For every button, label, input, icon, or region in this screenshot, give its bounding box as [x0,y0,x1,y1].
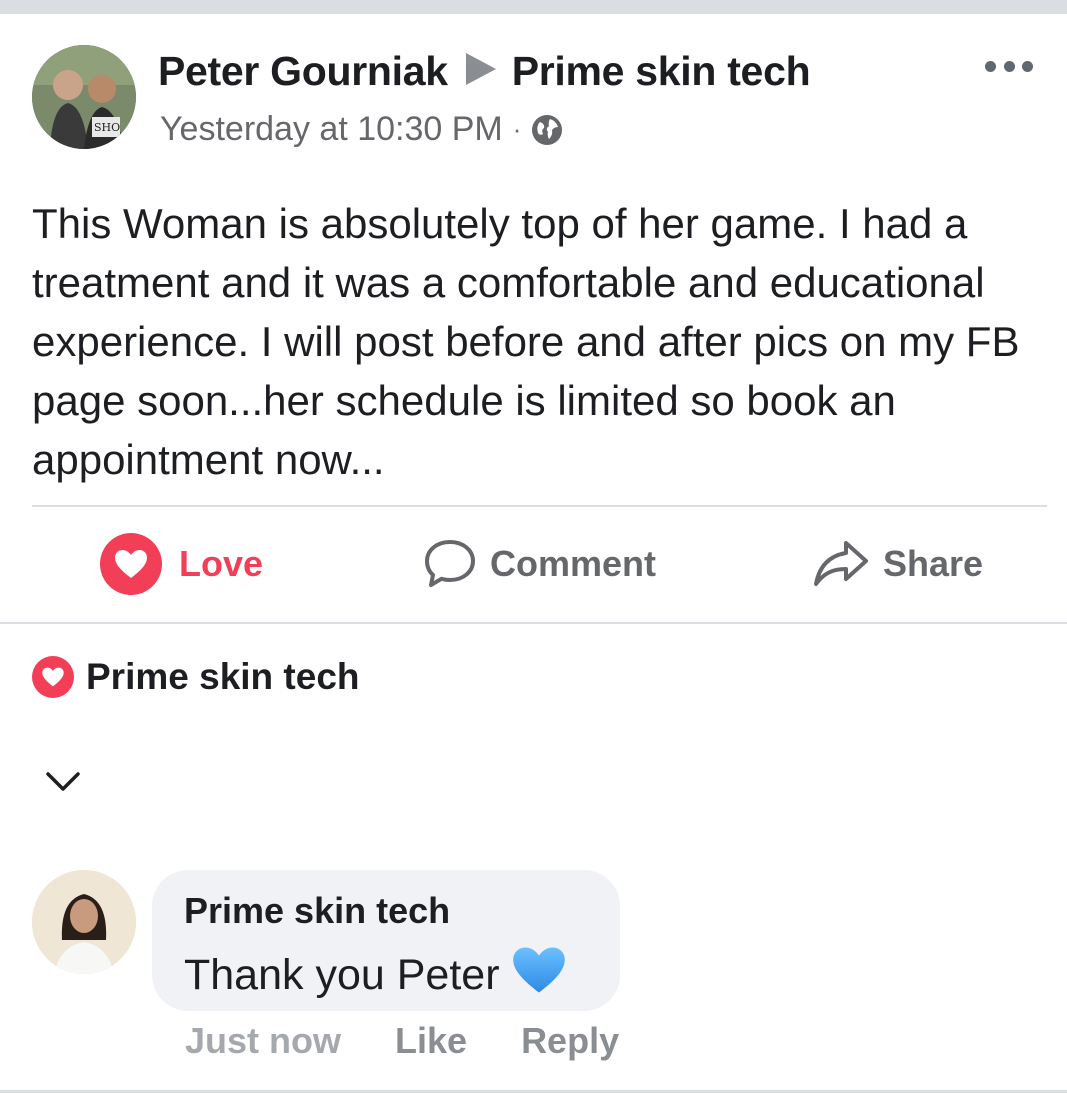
more-horizontal-icon[interactable] [985,58,1033,74]
post-header: Peter Gourniak Prime skin tech [158,48,811,95]
heart-icon [100,533,162,595]
share-icon [814,541,868,586]
divider [0,622,1067,624]
comment-timestamp[interactable]: Just now [185,1020,341,1062]
author-avatar[interactable]: SHO [32,45,136,149]
top-separator-bar [0,0,1067,14]
comment-label: Comment [490,543,657,584]
post-timestamp[interactable]: Yesterday at 10:30 PM [160,110,503,149]
post-meta: Yesterday at 10:30 PM · [160,110,563,149]
svg-text:SHO: SHO [94,121,120,134]
comment-reply-link[interactable]: Reply [521,1020,619,1062]
comment-button[interactable]: Comment [424,532,656,596]
love-button[interactable]: Love [100,532,263,596]
reactor-name: Prime skin tech [86,656,360,697]
comment-text: Thank you Peter [184,944,568,1007]
meta-separator: · [512,114,522,144]
post-author-name[interactable]: Peter Gourniak [158,48,448,95]
love-label: Love [179,543,264,584]
comment-text-content: Thank you Peter [184,951,500,999]
post-target-page-name[interactable]: Prime skin tech [512,48,811,95]
comment-actions: Just now Like Reply [185,1020,619,1062]
blue-heart-icon [510,944,568,1007]
post-body-text: This Woman is absolutely top of her game… [32,200,1020,483]
share-label: Share [883,543,984,584]
comment-author-name[interactable]: Prime skin tech [184,890,450,932]
globe-icon[interactable] [531,114,563,146]
reactions-summary[interactable]: Prime skin tech [32,656,360,698]
commenter-avatar[interactable] [32,870,136,974]
share-button[interactable]: Share [813,532,983,596]
divider [32,505,1047,507]
comment-like-link[interactable]: Like [395,1020,467,1062]
heart-icon [32,656,74,698]
chevron-down-icon[interactable] [45,770,81,794]
arrow-right-icon [464,51,498,92]
comment-icon [425,540,475,587]
comment-bubble: Prime skin tech Thank you Peter [152,870,620,1011]
